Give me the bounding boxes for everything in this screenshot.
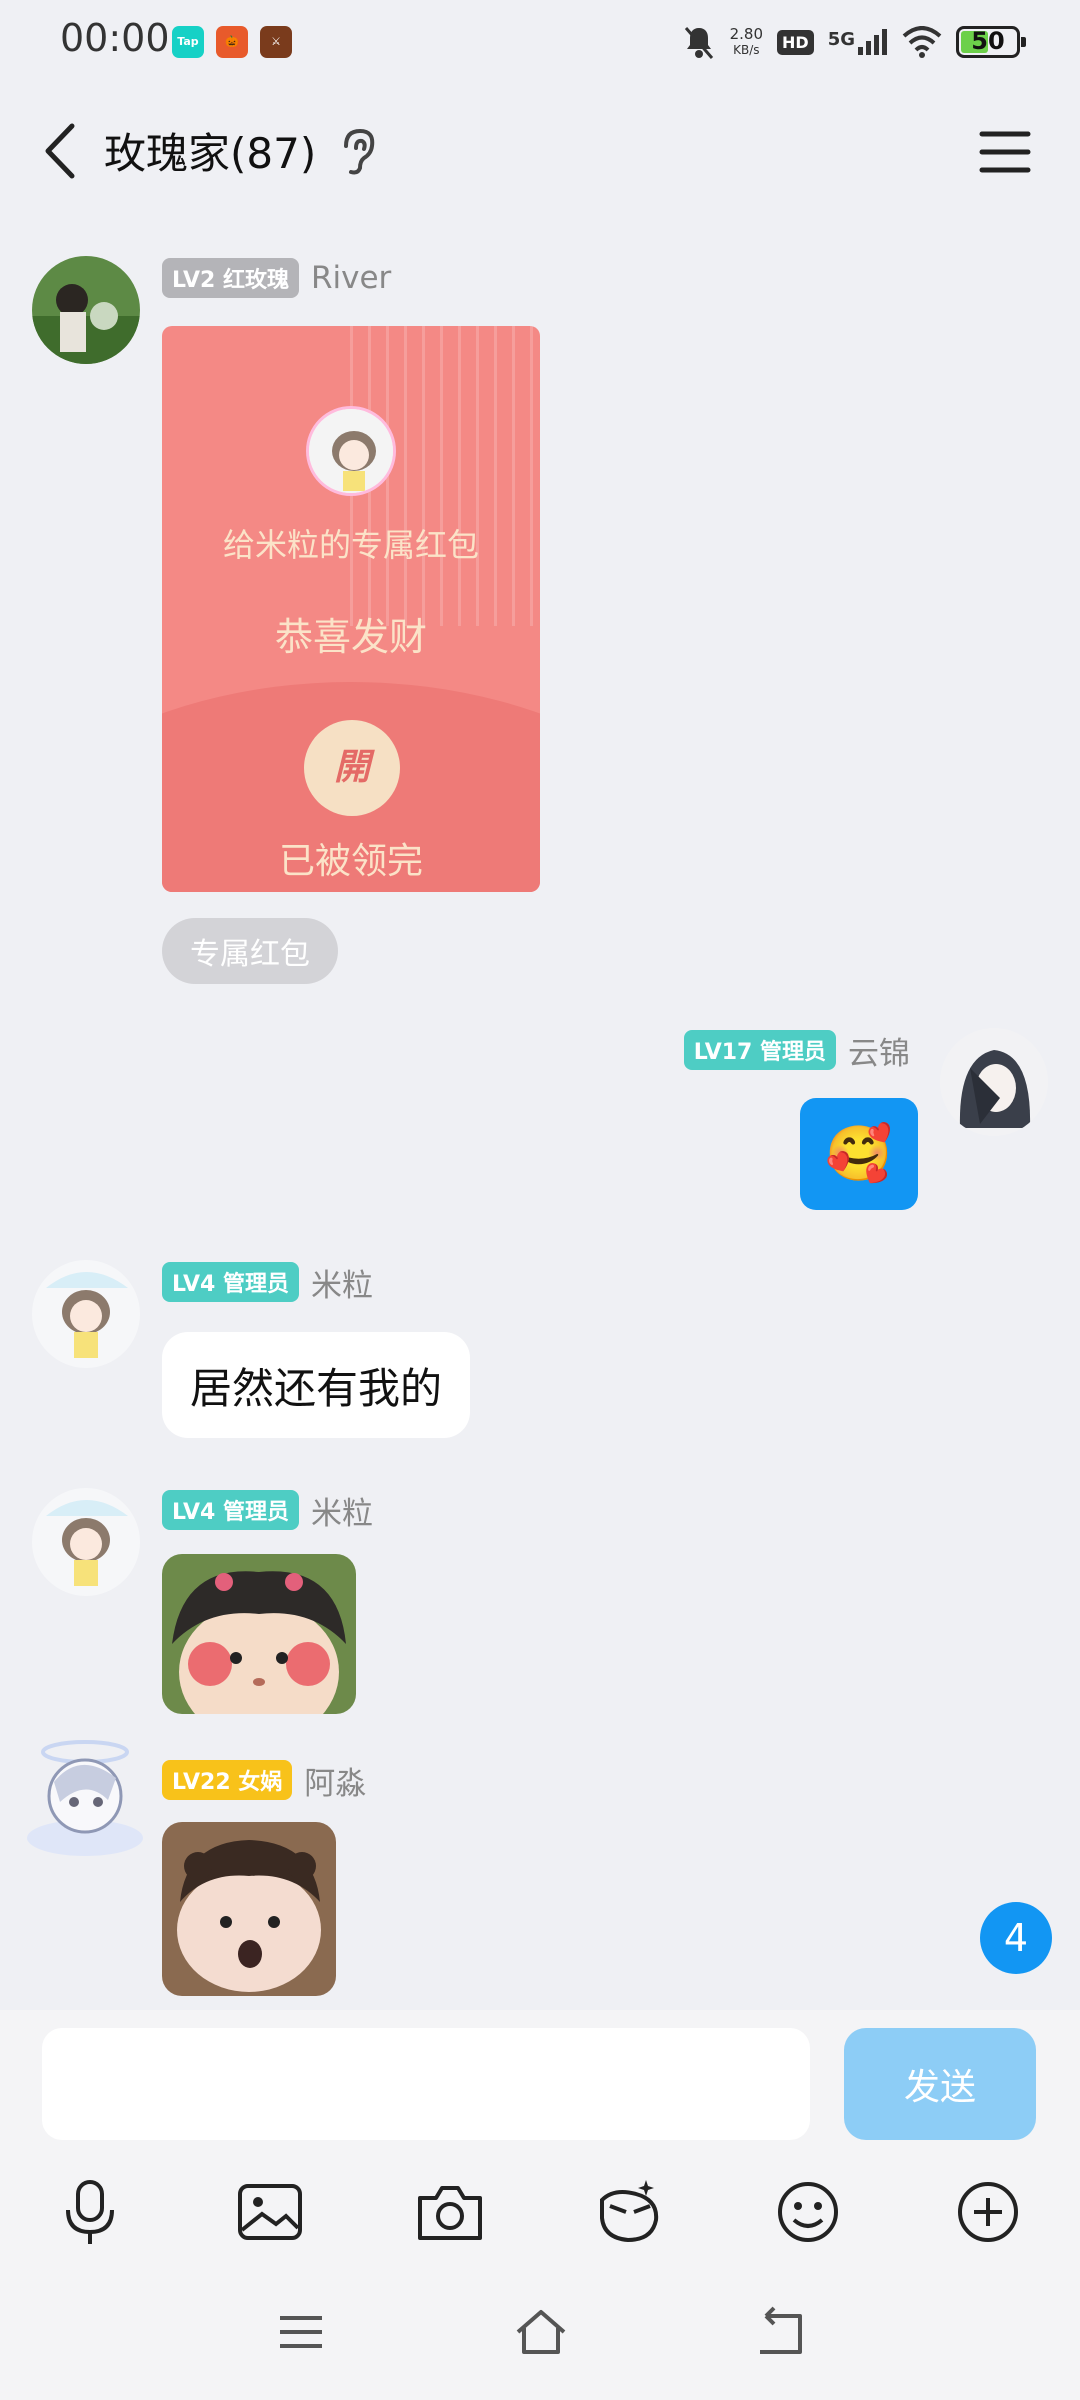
level-badge: LV22 女娲 <box>162 1760 293 1800</box>
recent-apps-button[interactable] <box>266 2302 336 2362</box>
recipient-avatar <box>306 406 396 496</box>
red-packet-title: 给米粒的专属红包 <box>222 526 479 564</box>
wifi-icon <box>902 26 942 58</box>
sender-line: LV17 管理员 云锦 <box>683 1028 910 1072</box>
chat-header: 玫瑰家(87) <box>0 96 1080 206</box>
sender-line: LV2 红玫瑰 River <box>162 256 391 300</box>
network-speed: 2.80 KB/s <box>730 26 763 58</box>
level-badge: LV17 管理员 <box>683 1030 836 1070</box>
back-button[interactable] <box>34 116 104 186</box>
game-icon: ⚔ <box>260 26 292 58</box>
level-badge: LV2 红玫瑰 <box>162 258 299 298</box>
sender-line: LV4 管理员 米粒 <box>162 1488 373 1532</box>
sender-name: River <box>310 260 392 296</box>
mute-bell-icon <box>684 27 713 59</box>
back-nav-button[interactable] <box>746 2302 816 2362</box>
chat-title[interactable]: 玫瑰家(87) <box>104 120 316 181</box>
signal-type: 5G <box>827 29 855 50</box>
signal-bars-icon <box>858 29 887 55</box>
hamburger-menu-icon <box>979 131 1031 173</box>
pumpkin-game-icon: 🎃 <box>216 26 248 58</box>
sender-name: 米粒 <box>310 1495 373 1532</box>
avatar-yunjin[interactable] <box>940 1028 1048 1136</box>
microphone-icon[interactable] <box>48 2170 132 2254</box>
avatar-mili[interactable] <box>32 1260 140 1368</box>
battery-level: 50 <box>971 27 1005 55</box>
sender-name: 米粒 <box>310 1267 373 1304</box>
red-packet-status: 已被领完 <box>278 841 423 882</box>
red-packet-card[interactable]: 给米粒的专属红包 恭喜发财 開 已被领完 <box>162 326 540 892</box>
emoji-icon[interactable] <box>766 2170 850 2254</box>
red-packet-type-tag: 专属红包 <box>162 918 338 984</box>
status-bar: 00:00 Tap 🎃 ⚔ 2.80 KB/s HD 5G 50 <box>0 0 1080 82</box>
hd-badge: HD <box>777 29 814 55</box>
girl-blush-sticker[interactable] <box>162 1554 356 1714</box>
plus-icon[interactable] <box>946 2170 1030 2254</box>
sender-line: LV4 管理员 米粒 <box>162 1260 373 1304</box>
network-speed-value: 2.80 <box>729 25 764 43</box>
chevron-left-icon <box>45 123 75 179</box>
avatar-amiao[interactable] <box>20 1730 150 1860</box>
avatar-river[interactable] <box>32 256 140 364</box>
sticker-icon[interactable] <box>586 2170 670 2254</box>
composer: 发送 <box>0 2010 1080 2400</box>
avatar-mili[interactable] <box>32 1488 140 1596</box>
boy-shocked-sticker[interactable] <box>162 1822 336 1996</box>
camera-icon[interactable] <box>408 2170 492 2254</box>
level-badge: LV4 管理员 <box>162 1490 299 1530</box>
emoji-content: 🥰 <box>825 1122 893 1185</box>
image-icon[interactable] <box>228 2170 312 2254</box>
status-time: 00:00 <box>60 16 170 60</box>
menu-button[interactable] <box>970 122 1040 182</box>
signal-indicator: 5G <box>828 29 888 55</box>
network-speed-unit: KB/s <box>733 43 760 57</box>
taptap-icon: Tap <box>172 26 204 58</box>
sender-name: 云锦 <box>848 1035 910 1072</box>
red-packet-wish: 恭喜发财 <box>274 615 427 659</box>
text-message[interactable]: 居然还有我的 <box>162 1332 471 1438</box>
send-button[interactable]: 发送 <box>844 2028 1036 2140</box>
level-badge: LV4 管理员 <box>162 1262 299 1302</box>
emoji-message[interactable]: 🥰 <box>800 1098 918 1210</box>
sender-name: 阿淼 <box>304 1765 367 1802</box>
status-icons: 2.80 KB/s HD 5G 50 <box>682 20 1026 64</box>
unread-count-badge[interactable]: 4 <box>980 1902 1052 1974</box>
battery-indicator: 50 <box>956 26 1026 58</box>
message-input[interactable] <box>42 2028 810 2140</box>
open-button[interactable]: 開 <box>304 720 400 816</box>
home-button[interactable] <box>506 2302 576 2362</box>
sender-line: LV22 女娲 阿淼 <box>162 1758 366 1802</box>
ear-icon[interactable] <box>336 126 380 176</box>
